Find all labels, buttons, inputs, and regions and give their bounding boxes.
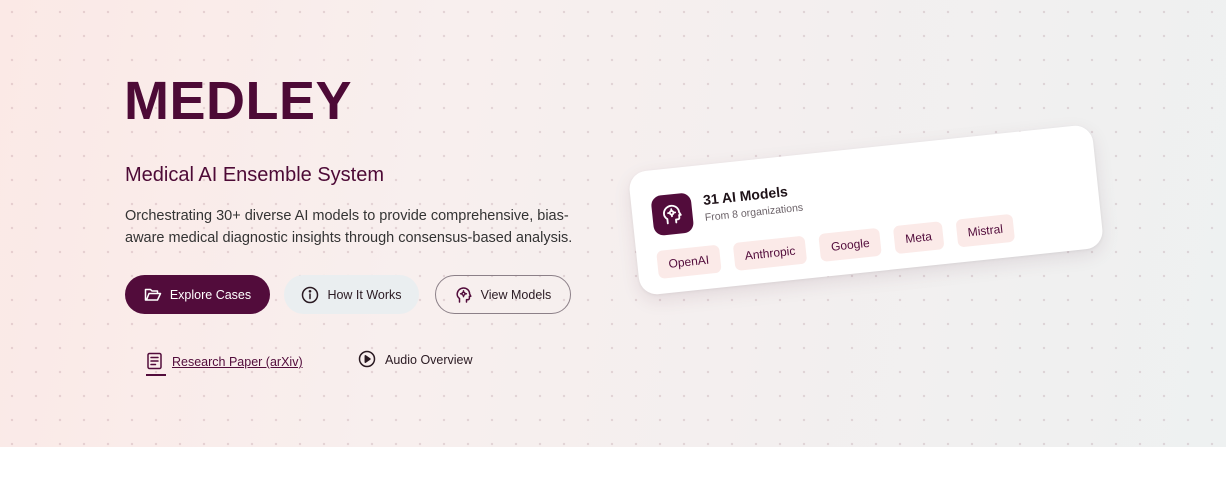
chip-anthropic: Anthropic [732,235,808,271]
chip-openai: OpenAI [656,244,722,280]
explore-cases-label: Explore Cases [169,287,252,302]
organization-chips: OpenAI Anthropic Google Meta Mistral [656,213,1016,280]
models-card: 31 AI Models From 8 organizations OpenAI… [627,123,1105,297]
brain-gear-icon [650,192,695,237]
audio-overview-label: Audio Overview [385,353,473,367]
view-models-label: View Models [480,287,552,302]
research-paper-link[interactable]: Research Paper (arXiv) [146,350,303,376]
chip-mistral: Mistral [955,213,1016,248]
folder-open-icon [144,287,162,303]
hero-section: MEDLEY Medical AI Ensemble System Orches… [0,0,1226,447]
info-circle-icon [301,286,319,304]
explore-cases-button[interactable]: Explore Cases [125,275,270,314]
brain-gear-icon [455,286,473,304]
play-circle-icon [358,350,376,371]
page-title: MEDLEY [124,71,353,131]
page-below-hero [0,447,1226,488]
how-it-works-label: How It Works [327,287,402,302]
research-paper-label: Research Paper (arXiv) [172,355,303,369]
document-icon [146,352,163,373]
hero-subtitle: Medical AI Ensemble System [125,164,384,186]
chip-google: Google [818,227,882,262]
audio-overview-link[interactable]: Audio Overview [358,350,473,370]
hero-description: Orchestrating 30+ diverse AI models to p… [125,208,573,246]
how-it-works-button[interactable]: How It Works [284,275,419,314]
chip-meta: Meta [892,221,945,255]
view-models-button[interactable]: View Models [435,275,571,314]
